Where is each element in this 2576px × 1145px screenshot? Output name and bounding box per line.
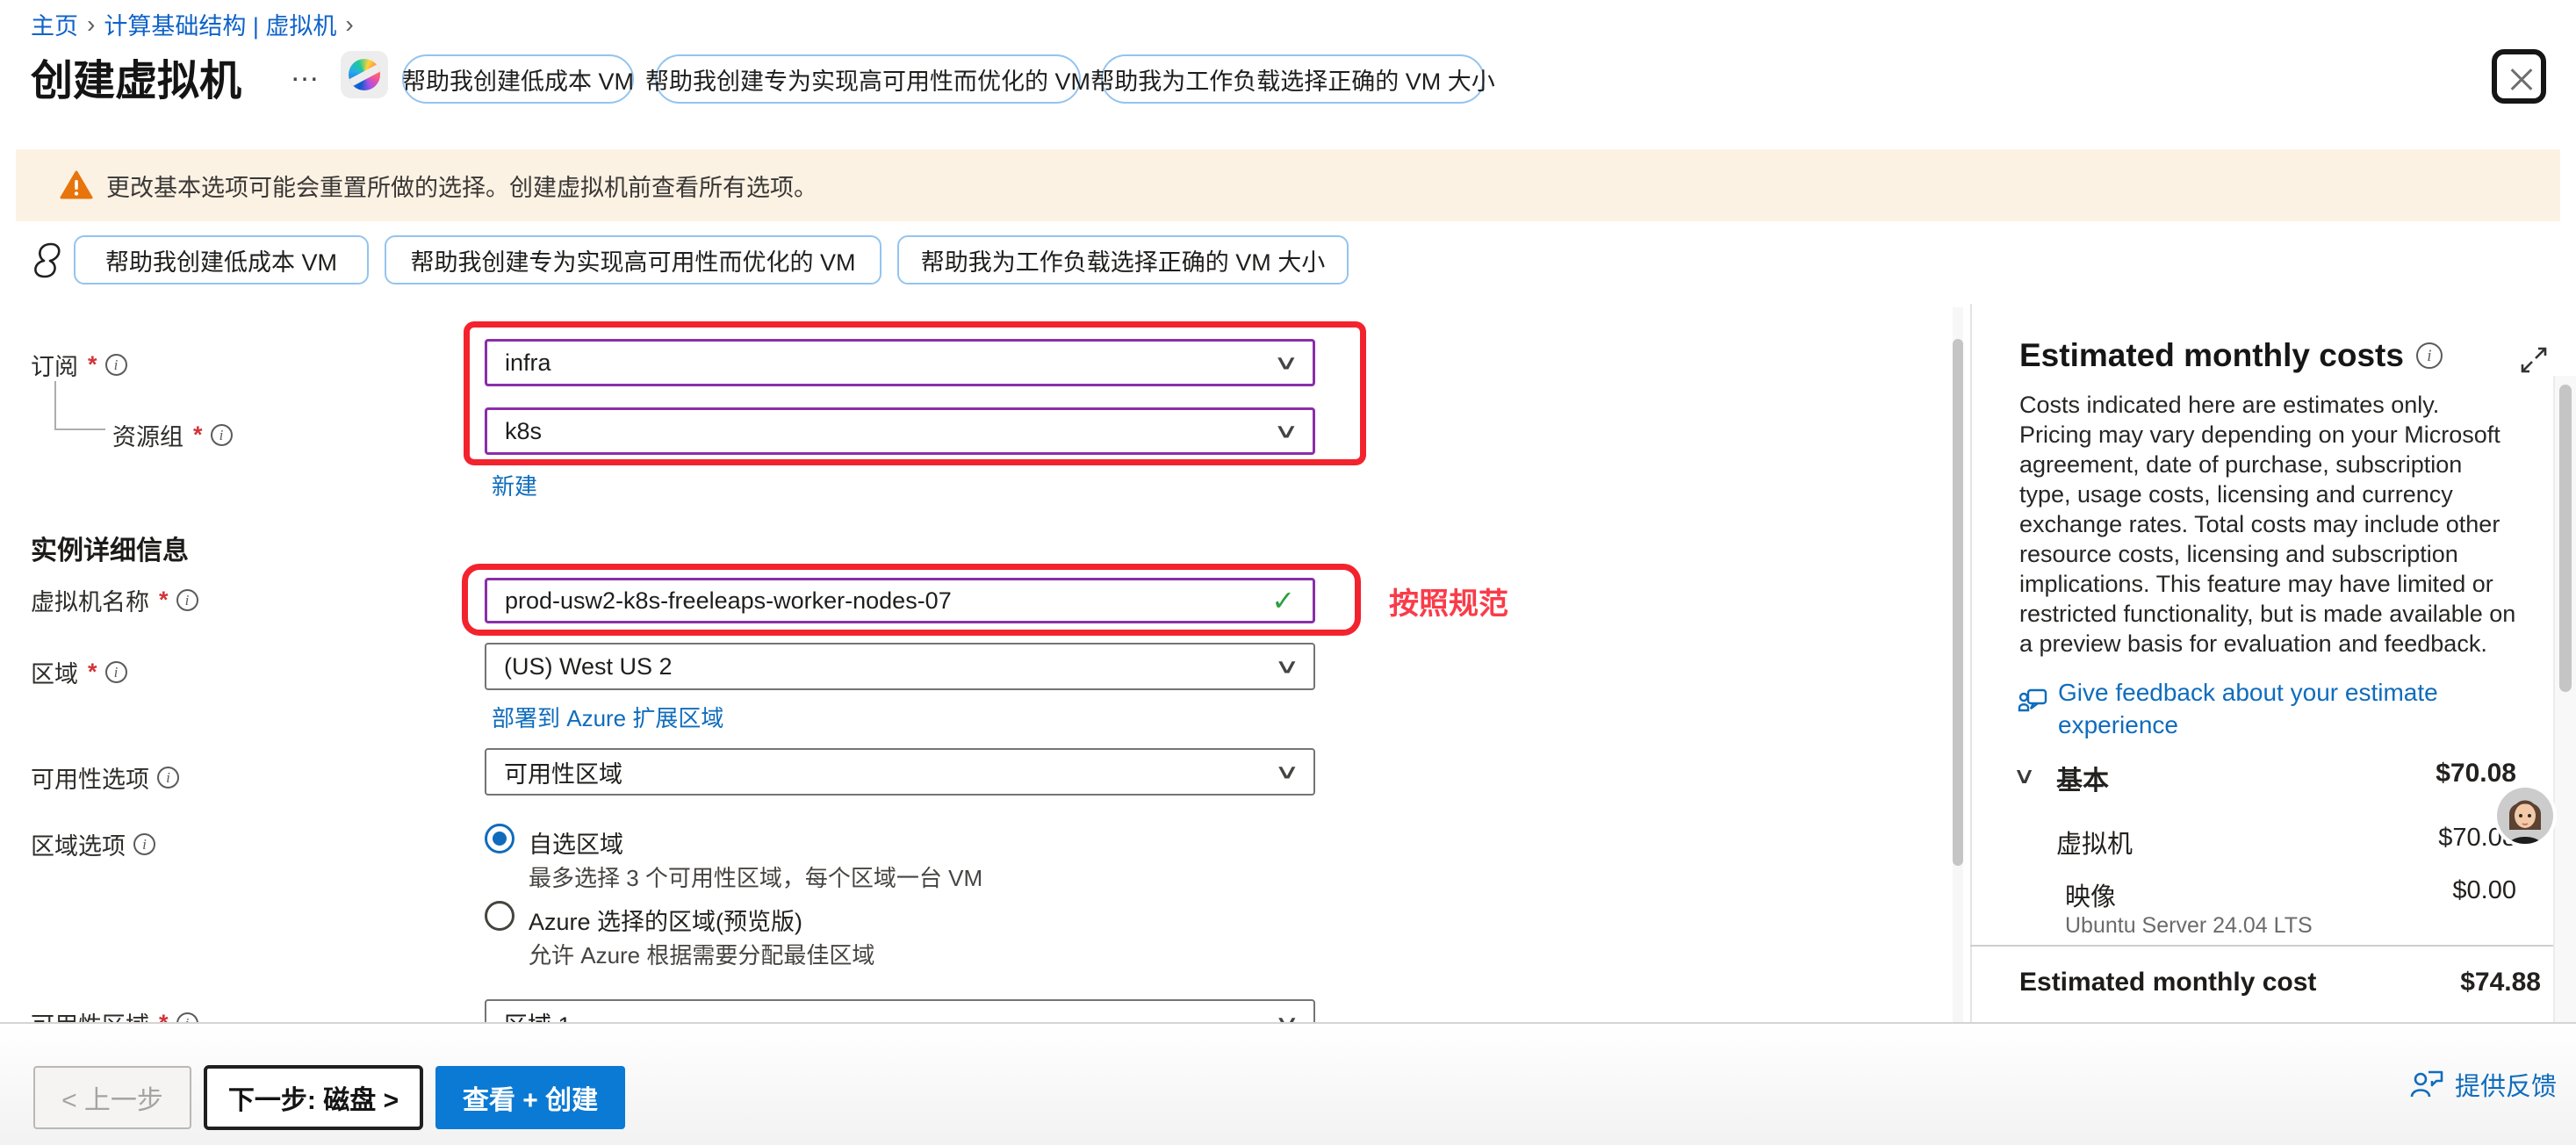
warning-text: 更改基本选项可能会重置所做的选择。创建虚拟机前查看所有选项。 [106, 169, 817, 203]
page-title: 创建虚拟机 [31, 46, 241, 107]
radio-azure-selected-zones-description: 允许 Azure 根据需要分配最佳区域 [529, 938, 874, 970]
breadcrumb-home[interactable]: 主页 [31, 7, 78, 41]
chevron-down-icon: ∨ [1273, 421, 1299, 442]
page-scrollbar-thumb[interactable] [2559, 385, 2572, 692]
feedback-link[interactable]: 提供反馈 [2409, 1066, 2557, 1103]
required-marker: * [193, 421, 203, 449]
availability-options-label: 可用性选项 i [31, 760, 179, 795]
availability-options-value: 可用性区域 [504, 755, 622, 789]
cost-row-image-value: $0.00 [2288, 876, 2516, 905]
estimate-panel-title: Estimated monthly costs [2019, 337, 2404, 374]
create-new-resource-group-link[interactable]: 新建 [492, 469, 537, 501]
deploy-edge-zone-link[interactable]: 部署到 Azure 扩展区域 [492, 701, 723, 733]
cost-row-vm-value: $70.08 [2288, 824, 2516, 853]
valid-check-icon: ✓ [1271, 584, 1295, 617]
copilot-suggestion-high-availability[interactable]: 帮助我创建专为实现高可用性而优化的 VM [385, 235, 881, 284]
more-options-button[interactable]: … [290, 54, 321, 89]
copilot-suggestion-right-size[interactable]: 帮助我为工作负载选择正确的 VM 大小 [1101, 54, 1485, 104]
chevron-down-icon: ∨ [1274, 762, 1300, 782]
radio-azure-selected-zones-label[interactable]: Azure 选择的区域(预览版) [529, 903, 802, 937]
tree-connector-horizontal [54, 428, 105, 430]
avatar[interactable] [2493, 784, 2557, 847]
feedback-person-icon [2409, 1068, 2444, 1101]
cost-row-image-label: 映像 [2065, 876, 2116, 913]
review-create-button[interactable]: 查看 + 创建 [435, 1066, 625, 1129]
resource-group-value: k8s [505, 418, 542, 445]
resource-group-label: 资源组* i [112, 418, 233, 452]
info-icon[interactable]: i [105, 661, 127, 683]
warning-icon [60, 170, 93, 200]
feedback-bubbles-icon [2016, 685, 2051, 720]
radio-azure-selected-zones[interactable] [485, 901, 514, 931]
breadcrumb: 主页 › 计算基础结构 | 虚拟机 › [31, 7, 363, 41]
tree-connector-vertical [54, 381, 56, 430]
chevron-down-icon: ∨ [1274, 657, 1300, 677]
cost-row-basic-label[interactable]: 基本 [2056, 759, 2109, 797]
subscription-label: 订阅* i [31, 348, 127, 382]
radio-self-selected-zones-description: 最多选择 3 个可用性区域，每个区域一台 VM [529, 861, 982, 893]
info-icon[interactable]: i [176, 589, 198, 611]
next-disks-button[interactable]: 下一步: 磁盘 > [204, 1065, 423, 1130]
required-marker: * [159, 587, 169, 614]
chevron-down-icon: ∨ [1273, 353, 1299, 373]
zone-options-label: 区域选项 i [31, 827, 155, 861]
feedback-link-label: 提供反馈 [2455, 1066, 2557, 1103]
estimate-total-label: Estimated monthly cost [2019, 968, 2316, 997]
estimate-total-value: $74.88 [2313, 968, 2541, 997]
previous-button[interactable]: < 上一步 [33, 1066, 191, 1129]
radio-self-selected-zones[interactable] [485, 824, 514, 853]
required-marker: * [88, 659, 97, 686]
info-icon[interactable]: i [211, 424, 233, 446]
breadcrumb-chevron-icon: › [336, 11, 362, 39]
vm-name-value: prod-usw2-k8s-freeleaps-worker-nodes-07 [505, 587, 952, 615]
estimate-panel-title-row: Estimated monthly costs i [2019, 337, 2443, 374]
subscription-value: infra [505, 349, 551, 377]
info-icon[interactable]: i [105, 354, 127, 376]
copilot-outline-icon [23, 239, 67, 283]
vm-name-input[interactable]: prod-usw2-k8s-freeleaps-worker-nodes-07 … [485, 578, 1315, 623]
instance-details-section-title: 实例详细信息 [31, 529, 189, 567]
estimate-feedback-link[interactable]: Give feedback about your estimate experi… [2058, 676, 2523, 741]
close-button[interactable] [2492, 49, 2546, 104]
resource-group-dropdown[interactable]: k8s ∨ [485, 407, 1315, 455]
availability-options-dropdown[interactable]: 可用性区域 ∨ [485, 748, 1315, 796]
cost-row-basic-value: $70.08 [2288, 759, 2516, 789]
panel-divider [1970, 304, 1972, 1022]
required-marker: * [88, 351, 97, 378]
footer-bar: < 上一步 下一步: 磁盘 > 查看 + 创建 提供反馈 [0, 1022, 2576, 1145]
copilot-suggestion-right-size[interactable]: 帮助我为工作负载选择正确的 VM 大小 [897, 235, 1349, 284]
chevron-down-icon[interactable]: ∨ [2012, 762, 2036, 789]
region-label: 区域* i [31, 655, 127, 689]
info-icon[interactable]: i [157, 767, 179, 789]
copilot-suggestion-low-cost[interactable]: 帮助我创建低成本 VM [402, 54, 634, 104]
info-icon[interactable]: i [133, 833, 155, 855]
region-dropdown[interactable]: (US) West US 2 ∨ [485, 643, 1315, 690]
estimate-panel-description: Costs indicated here are estimates only.… [2019, 390, 2516, 659]
vm-name-label: 虚拟机名称* i [31, 583, 198, 617]
region-value: (US) West US 2 [504, 653, 673, 681]
radio-self-selected-zones-label[interactable]: 自选区域 [529, 825, 623, 860]
warning-banner: 更改基本选项可能会重置所做的选择。创建虚拟机前查看所有选项。 [16, 149, 2560, 221]
copilot-logo-icon [349, 59, 380, 90]
estimate-divider [1970, 945, 2576, 947]
subscription-dropdown[interactable]: infra ∨ [485, 339, 1315, 386]
close-icon [2497, 54, 2541, 98]
cost-row-image-sublabel: Ubuntu Server 24.04 LTS [2065, 913, 2313, 939]
copilot-icon[interactable] [341, 51, 388, 98]
collapse-panel-icon[interactable] [2516, 342, 2551, 378]
breadcrumb-compute-vm[interactable]: 计算基础结构 | 虚拟机 [104, 7, 336, 41]
info-icon[interactable]: i [2416, 342, 2443, 369]
form-scrollbar-thumb[interactable] [1953, 339, 1963, 866]
breadcrumb-chevron-icon: › [78, 11, 104, 39]
annotation-note: 按照规范 [1389, 580, 1508, 623]
cost-row-vm-label: 虚拟机 [2056, 824, 2133, 861]
copilot-suggestion-low-cost[interactable]: 帮助我创建低成本 VM [74, 235, 369, 284]
copilot-suggestion-high-availability[interactable]: 帮助我创建专为实现高可用性而优化的 VM [655, 54, 1081, 104]
